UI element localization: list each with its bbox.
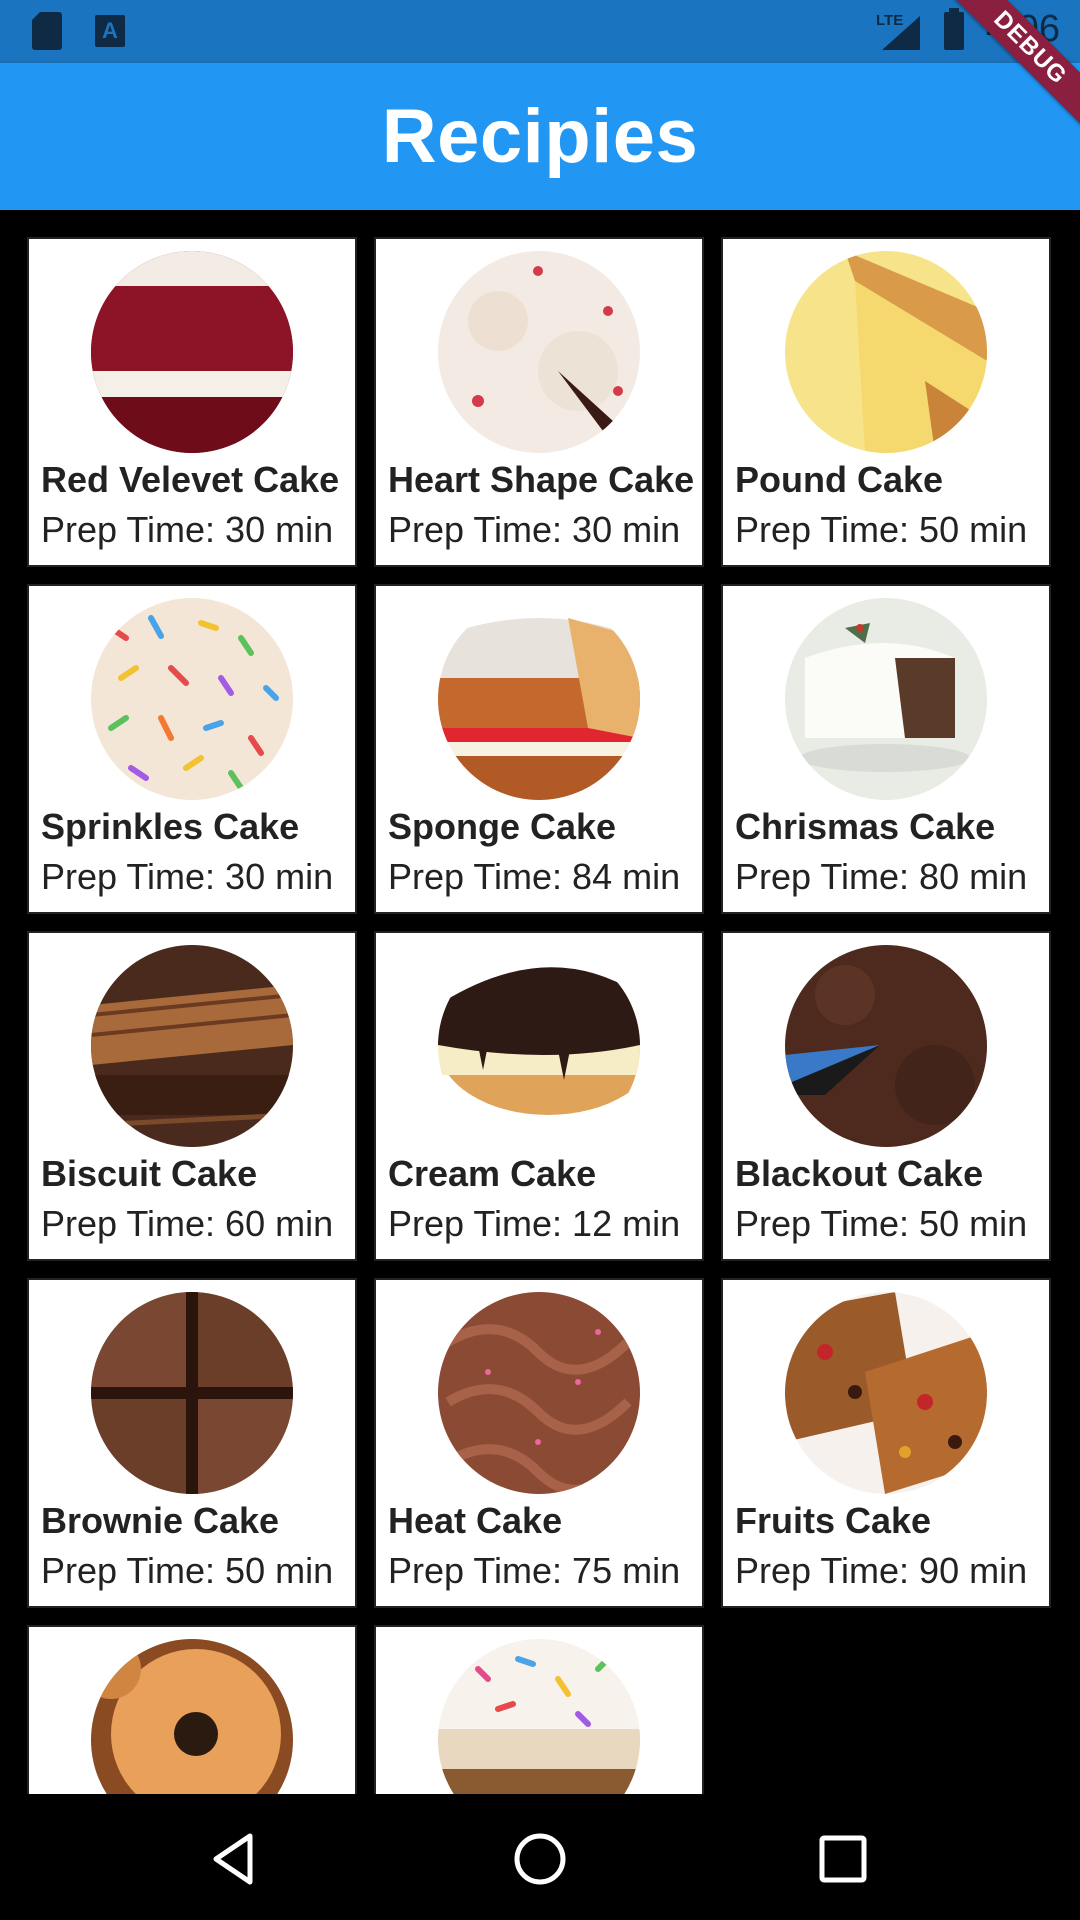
battery-charging-icon bbox=[944, 8, 964, 50]
recipe-card[interactable] bbox=[27, 1625, 357, 1794]
donut-image bbox=[91, 1639, 293, 1794]
recipe-prep-time: Prep Time: 75 min bbox=[388, 1550, 681, 1591]
recipe-title: Sponge Cake bbox=[388, 806, 617, 847]
recipe-card[interactable] bbox=[374, 1625, 704, 1794]
sprinkles-cake-image bbox=[91, 598, 293, 800]
recipe-card[interactable]: Heat Cake Prep Time: 75 min bbox=[374, 1278, 704, 1608]
recipe-prep-time: Prep Time: 80 min bbox=[735, 856, 1028, 897]
recipe-title: Sprinkles Cake bbox=[41, 806, 300, 847]
recipe-card[interactable]: Sponge Cake Prep Time: 84 min bbox=[374, 584, 704, 914]
blackout-cake-image bbox=[785, 945, 987, 1147]
sd-card-icon bbox=[31, 11, 62, 50]
recipe-prep-time: Prep Time: 12 min bbox=[388, 1203, 681, 1244]
recipe-card[interactable]: Biscuit Cake Prep Time: 60 min bbox=[27, 931, 357, 1261]
heart-shape-cake-image bbox=[438, 251, 640, 453]
recipe-card[interactable]: Brownie Cake Prep Time: 50 min bbox=[27, 1278, 357, 1608]
cream-cake-image bbox=[438, 945, 640, 1147]
biscuit-cake-image bbox=[91, 945, 293, 1147]
recipe-card[interactable]: Blackout Cake Prep Time: 50 min bbox=[721, 931, 1051, 1261]
recipe-prep-time: Prep Time: 60 min bbox=[41, 1203, 334, 1244]
status-bar: A LTE 4:06 bbox=[0, 0, 1080, 63]
recipe-title: Fruits Cake bbox=[735, 1500, 932, 1541]
recipe-card[interactable]: Sprinkles Cake Prep Time: 30 min bbox=[27, 584, 357, 914]
recipe-prep-time: Prep Time: 30 min bbox=[41, 856, 334, 897]
recipe-prep-time: Prep Time: 50 min bbox=[735, 509, 1028, 550]
recipe-title: Cream Cake bbox=[388, 1153, 597, 1194]
fruits-cake-image bbox=[785, 1292, 987, 1494]
recipe-prep-time: Prep Time: 50 min bbox=[735, 1203, 1028, 1244]
recipe-card[interactable]: Pound Cake Prep Time: 50 min bbox=[721, 237, 1051, 567]
recipe-title: Brownie Cake bbox=[41, 1500, 280, 1541]
recipe-grid[interactable]: Red Velevet Cake Prep Time: 30 min Heart… bbox=[0, 210, 1080, 1794]
back-icon[interactable] bbox=[200, 1824, 270, 1894]
recipe-title: Pound Cake bbox=[735, 459, 944, 500]
sponge-cake-image bbox=[438, 598, 640, 800]
red-velvet-cake-image bbox=[91, 251, 293, 453]
recipe-card[interactable]: Chrismas Cake Prep Time: 80 min bbox=[721, 584, 1051, 914]
heat-cake-image bbox=[438, 1292, 640, 1494]
pound-cake-image bbox=[785, 251, 987, 453]
page-title: Recipies bbox=[381, 94, 699, 179]
brownie-cake-image bbox=[91, 1292, 293, 1494]
recipe-title: Red Velevet Cake bbox=[41, 459, 340, 500]
app-bar: Recipies bbox=[0, 63, 1080, 210]
recipe-prep-time: Prep Time: 30 min bbox=[388, 509, 681, 550]
christmas-cake-image bbox=[785, 598, 987, 800]
recipe-title: Biscuit Cake bbox=[41, 1153, 258, 1194]
home-icon[interactable] bbox=[505, 1824, 575, 1894]
recipe-card[interactable]: Red Velevet Cake Prep Time: 30 min bbox=[27, 237, 357, 567]
recipe-card[interactable]: Fruits Cake Prep Time: 90 min bbox=[721, 1278, 1051, 1608]
recents-icon[interactable] bbox=[808, 1824, 878, 1894]
recipe-prep-time: Prep Time: 90 min bbox=[735, 1550, 1028, 1591]
app-a-icon: A bbox=[95, 15, 125, 47]
recipe-title: Heat Cake bbox=[388, 1500, 563, 1541]
recipe-prep-time: Prep Time: 50 min bbox=[41, 1550, 334, 1591]
recipe-prep-time: Prep Time: 84 min bbox=[388, 856, 681, 897]
recipe-card[interactable]: Cream Cake Prep Time: 12 min bbox=[374, 931, 704, 1261]
recipe-title: Chrismas Cake bbox=[735, 806, 996, 847]
recipe-card[interactable]: Heart Shape Cake Prep Time: 30 min bbox=[374, 237, 704, 567]
sprinkle-bar-cake-image bbox=[438, 1639, 640, 1794]
navigation-bar bbox=[0, 1794, 1080, 1920]
recipe-title: Heart Shape Cake bbox=[388, 459, 695, 500]
signal-icon bbox=[882, 16, 920, 50]
recipe-prep-time: Prep Time: 30 min bbox=[41, 509, 334, 550]
recipe-title: Blackout Cake bbox=[735, 1153, 984, 1194]
